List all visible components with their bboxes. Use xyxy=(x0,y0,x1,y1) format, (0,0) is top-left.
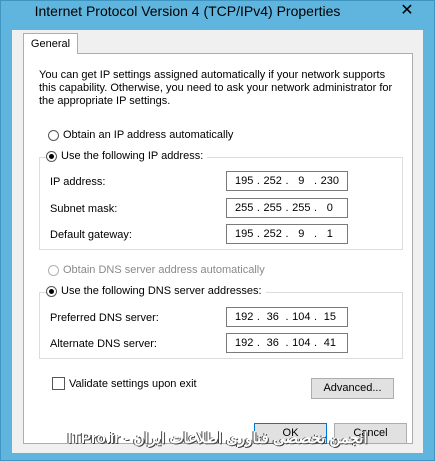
octet: 1 xyxy=(326,228,333,240)
octet: 192 xyxy=(234,311,254,323)
subnet-mask-input[interactable]: 255. 255. 255. 0 xyxy=(226,198,348,218)
title-bar[interactable]: Internet Protocol Version 4 (TCP/IPv4) P… xyxy=(1,1,434,25)
octet: 104 xyxy=(292,337,311,349)
octet-separator: . xyxy=(285,202,289,214)
advanced-button[interactable]: Advanced... xyxy=(311,378,394,399)
ip-address-label: IP address: xyxy=(50,176,106,188)
default-gateway-input[interactable]: 195. 252. 9. 1 xyxy=(226,224,348,244)
octet-separator: . xyxy=(285,311,289,323)
octet: 9 xyxy=(298,175,305,187)
watermark-text: ITPro.ir - انجمن تخصصی فناوری اطلاعات ای… xyxy=(67,430,368,447)
octet: 255 xyxy=(292,202,311,214)
octet: 252 xyxy=(263,175,282,187)
dns-manual-option[interactable]: Use the following DNS server addresses: xyxy=(46,285,266,297)
ip-manual-radio[interactable] xyxy=(46,150,57,162)
dialog-client-area: General You can get IP settings assigned… xyxy=(12,30,423,453)
octet: 195 xyxy=(234,175,254,187)
ip-manual-option[interactable]: Use the following IP address: xyxy=(46,150,208,162)
default-gateway-label: Default gateway: xyxy=(50,229,132,241)
octet: 36 xyxy=(266,311,279,323)
octet-separator: . xyxy=(256,175,260,187)
octet: 252 xyxy=(263,228,282,240)
properties-dialog: Internet Protocol Version 4 (TCP/IPv4) P… xyxy=(0,0,435,461)
octet: 41 xyxy=(323,337,336,349)
validate-label: Validate settings upon exit xyxy=(69,378,197,390)
dns-manual-label: Use the following DNS server addresses: xyxy=(61,285,262,297)
ip-address-input[interactable]: 195. 252. 9. 230 xyxy=(226,171,348,191)
ip-manual-label: Use the following IP address: xyxy=(61,150,204,162)
octet: 0 xyxy=(326,202,333,214)
octet-separator: . xyxy=(256,337,260,349)
octet-separator: . xyxy=(314,175,318,187)
octet: 255 xyxy=(234,202,254,214)
preferred-dns-input[interactable]: 192. 36. 104. 15 xyxy=(226,307,348,327)
octet: 195 xyxy=(234,228,254,240)
octet-separator: . xyxy=(285,175,289,187)
octet-separator: . xyxy=(314,337,318,349)
close-icon: ✕ xyxy=(400,2,414,19)
description-text: You can get IP settings assigned automat… xyxy=(39,69,393,107)
dns-auto-radio[interactable] xyxy=(48,264,59,276)
octet: 255 xyxy=(263,202,282,214)
validate-checkbox[interactable] xyxy=(52,377,65,390)
tab-general[interactable]: General xyxy=(23,33,78,54)
octet: 230 xyxy=(320,175,339,187)
octet-separator: . xyxy=(285,228,289,240)
octet-separator: . xyxy=(256,311,260,323)
octet-separator: . xyxy=(256,202,260,214)
octet: 9 xyxy=(298,228,305,240)
octet-separator: . xyxy=(314,202,318,214)
ip-auto-label: Obtain an IP address automatically xyxy=(63,129,234,141)
preferred-dns-label: Preferred DNS server: xyxy=(50,312,159,324)
window-title: Internet Protocol Version 4 (TCP/IPv4) P… xyxy=(34,3,341,19)
ip-auto-option[interactable]: Obtain an IP address automatically xyxy=(48,129,233,141)
octet: 36 xyxy=(266,337,279,349)
alternate-dns-input[interactable]: 192. 36. 104. 41 xyxy=(226,333,348,353)
octet: 192 xyxy=(234,337,254,349)
dns-manual-radio[interactable] xyxy=(46,285,57,297)
octet: 15 xyxy=(323,311,336,323)
subnet-mask-label: Subnet mask: xyxy=(50,203,118,215)
close-button[interactable]: ✕ xyxy=(388,1,426,21)
octet-separator: . xyxy=(256,228,260,240)
octet: 104 xyxy=(292,311,311,323)
octet-separator: . xyxy=(314,311,318,323)
general-panel: You can get IP settings assigned automat… xyxy=(23,53,413,444)
ip-auto-radio[interactable] xyxy=(48,129,59,141)
alternate-dns-label: Alternate DNS server: xyxy=(50,338,157,350)
dns-auto-option[interactable]: Obtain DNS server address automatically xyxy=(48,264,265,276)
dns-auto-label: Obtain DNS server address automatically xyxy=(63,264,265,276)
octet-separator: . xyxy=(314,228,318,240)
octet-separator: . xyxy=(285,337,289,349)
